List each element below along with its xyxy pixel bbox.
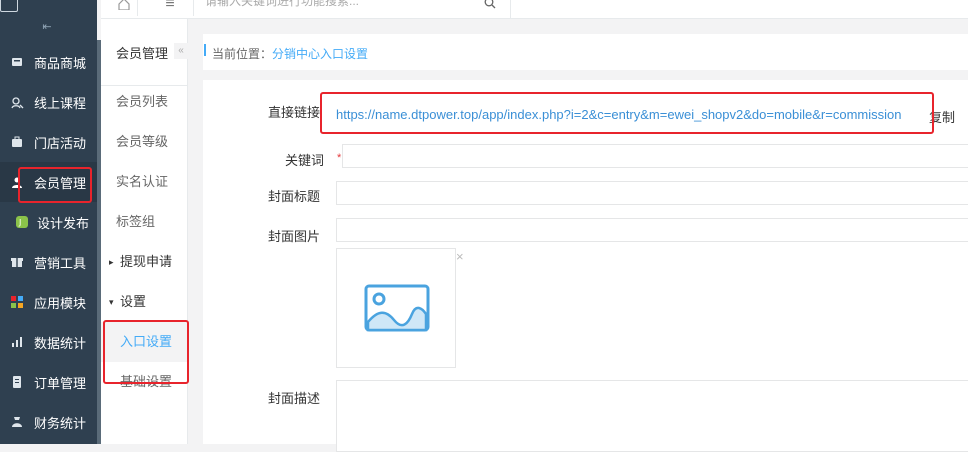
direct-link-label: 直接链接	[267, 105, 320, 120]
subnav-item-label: 实名认证	[116, 174, 169, 189]
cover-desc-label: 封面描述	[267, 391, 320, 406]
breadcrumb-current[interactable]: 分销中心入口设置	[272, 45, 368, 62]
main-sidebar: ⇤ 商品商城 线上课程 门店活动 会员管理 J 设计发布 营销工具 应用模块 数…	[0, 0, 97, 444]
subnav-item-withdraw[interactable]: ▸ 提现申请	[101, 242, 187, 282]
sidebar-item-apps[interactable]: 应用模块	[0, 282, 97, 322]
menu-toggle-icon[interactable]: ≡	[147, 0, 194, 16]
breadcrumb-accent-bar	[204, 44, 206, 56]
image-placeholder-icon	[364, 284, 430, 332]
breadcrumb: 当前位置： 分销中心入口设置	[203, 34, 968, 70]
sidebar-item-orders[interactable]: 订单管理	[0, 362, 97, 402]
subnav-item-label: 会员列表	[116, 94, 169, 109]
subnav-item-member-level[interactable]: 会员等级	[101, 122, 187, 162]
design-icon: J	[15, 215, 29, 229]
subnav-item-label: 设置	[120, 294, 147, 309]
cover-desc-textarea[interactable]	[336, 380, 968, 452]
gift-icon	[10, 255, 24, 269]
sidebar-item-label: 设计发布	[37, 215, 90, 231]
home-icon[interactable]	[111, 0, 138, 16]
sidebar-item-label: 数据统计	[34, 335, 87, 351]
subnav-item-real-name[interactable]: 实名认证	[101, 162, 187, 202]
subnav-item-label: 标签组	[116, 214, 156, 229]
caret-right-icon: ▸	[109, 257, 114, 267]
keyword-input[interactable]	[342, 144, 968, 168]
order-icon	[10, 375, 24, 389]
sidebar-item-statistics[interactable]: 数据统计	[0, 322, 97, 362]
subnav-title: 会员管理	[116, 46, 169, 61]
highlight-entry-settings	[103, 320, 189, 384]
subnav-item-settings[interactable]: ▾ 设置	[101, 282, 187, 322]
collapse-subnav-icon[interactable]: «	[174, 43, 188, 59]
subnav-item-label: 提现申请	[120, 254, 173, 269]
svg-text:J: J	[18, 218, 21, 227]
cover-title-label: 封面标题	[267, 189, 320, 204]
sidebar-item-course[interactable]: 线上课程	[0, 82, 97, 122]
subnav-item-member-list[interactable]: 会员列表	[101, 82, 187, 122]
subnav-header: 会员管理 «	[101, 19, 188, 86]
apps-icon	[10, 295, 24, 309]
finance-icon	[10, 415, 24, 429]
store-icon	[10, 135, 24, 149]
sidebar-item-mall[interactable]: 商品商城	[0, 42, 97, 82]
breadcrumb-label: 当前位置：	[212, 47, 273, 61]
cover-image-input[interactable]	[336, 218, 968, 242]
sidebar-item-label: 门店活动	[34, 135, 87, 151]
subnav-item-label: 会员等级	[116, 134, 169, 149]
sidebar-item-label: 订单管理	[34, 375, 87, 391]
top-bar: ≡ 请输入关键词进行功能搜索...	[101, 0, 968, 19]
mall-icon	[10, 55, 24, 69]
cover-image-label: 封面图片	[267, 229, 320, 244]
subnav-item-tag-group[interactable]: 标签组	[101, 202, 187, 242]
sidebar-item-label: 应用模块	[34, 295, 87, 311]
sidebar-item-marketing[interactable]: 营销工具	[0, 242, 97, 282]
sidebar-item-label: 营销工具	[34, 255, 87, 271]
sidebar-item-label: 商品商城	[34, 55, 87, 71]
sidebar-item-label: 财务统计	[34, 415, 87, 431]
sidebar-item-finance[interactable]: 财务统计	[0, 402, 97, 442]
search-icon[interactable]	[484, 0, 496, 9]
highlight-member-menu	[18, 167, 92, 203]
sidebar-item-design[interactable]: J 设计发布	[0, 202, 97, 242]
remove-image-icon[interactable]: ×	[456, 249, 464, 264]
collapse-menu-icon[interactable]: ⇤	[40, 22, 54, 33]
course-icon	[10, 95, 24, 109]
logo-icon	[0, 0, 18, 12]
divider	[510, 0, 511, 18]
caret-down-icon: ▾	[109, 297, 114, 307]
section-divider	[203, 70, 968, 80]
required-mark: *	[337, 152, 342, 164]
search-input[interactable]: 请输入关键词进行功能搜索...	[205, 0, 505, 15]
chart-icon	[10, 335, 24, 349]
cover-image-preview[interactable]	[336, 248, 456, 368]
cover-title-input[interactable]	[336, 181, 968, 205]
sidebar-item-store[interactable]: 门店活动	[0, 122, 97, 162]
keyword-label: 关键词	[284, 153, 324, 168]
sidebar-item-label: 线上课程	[34, 95, 87, 111]
highlight-direct-link	[320, 92, 934, 134]
